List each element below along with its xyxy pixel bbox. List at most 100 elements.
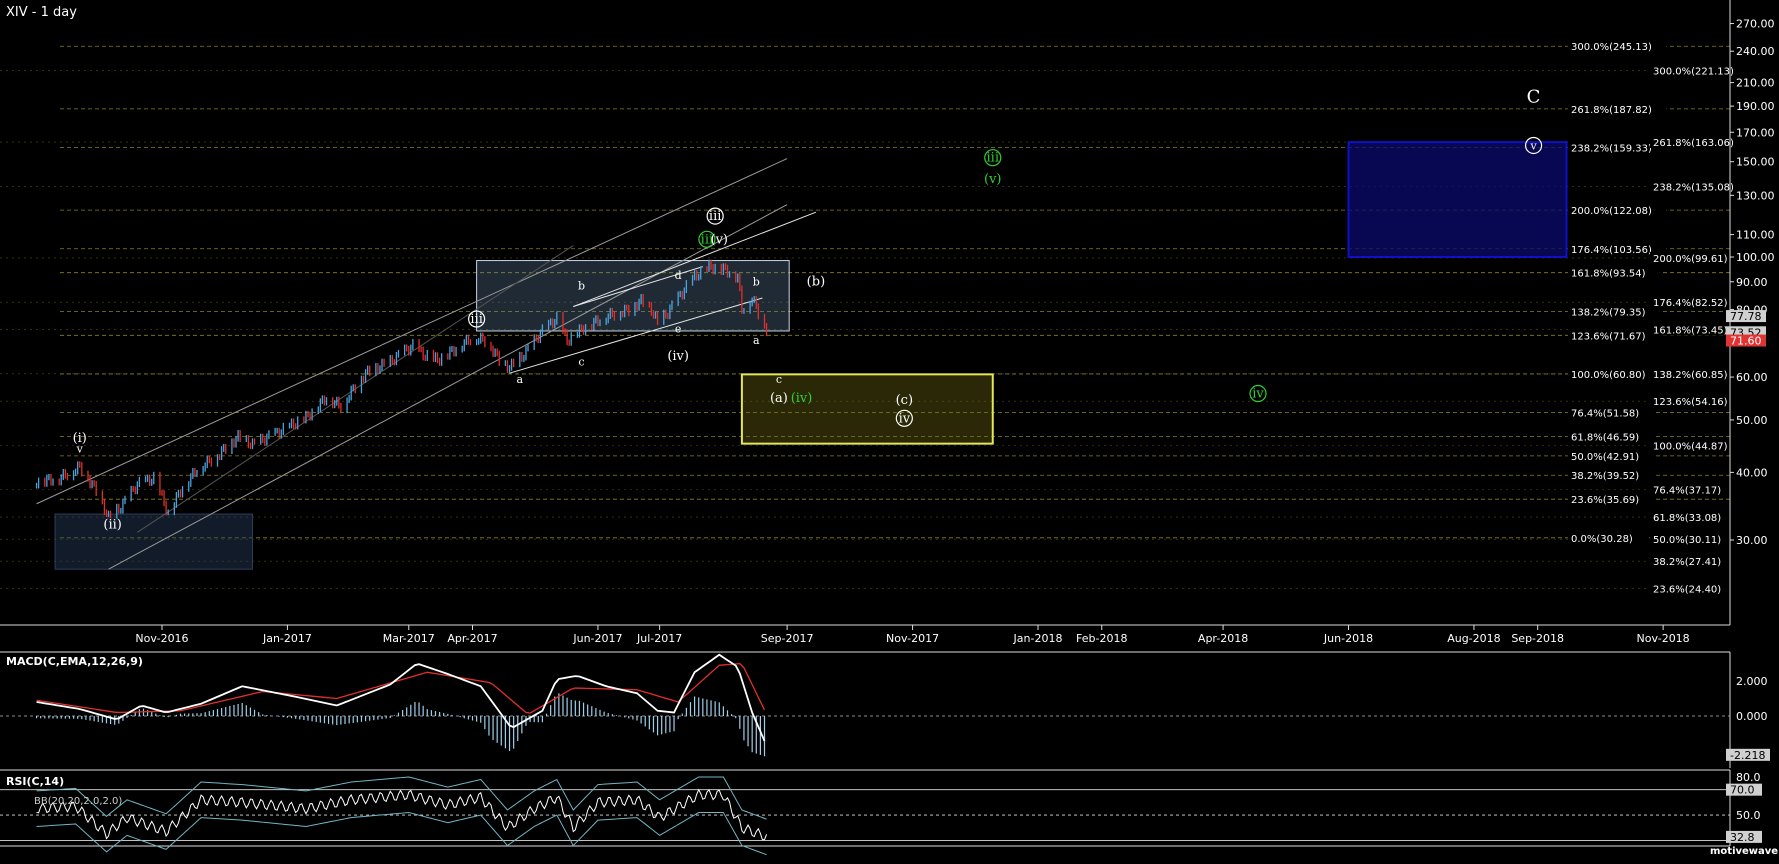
x-tick-label: Jun-2018 <box>1323 632 1373 645</box>
fib-label-left: 238.2%(159.33) <box>1571 144 1652 155</box>
fib-label-right: 123.6%(54.16) <box>1653 397 1728 408</box>
macd-title: MACD(C,EMA,12,26,9) <box>6 655 143 668</box>
fib-label-right: 50.0%(30.11) <box>1653 535 1721 546</box>
fib-label-right: 176.4%(82.52) <box>1653 298 1728 309</box>
rsi-tick-label: 50.0 <box>1736 809 1761 822</box>
wave-label: d <box>675 269 682 282</box>
wave-label: b <box>753 276 760 289</box>
fib-label-left: 138.2%(79.35) <box>1571 307 1646 318</box>
wave-label: e <box>675 323 682 336</box>
fib-label-left: 261.8%(187.82) <box>1571 105 1652 116</box>
wave-label: a <box>517 373 524 386</box>
fib-label-left: 176.4%(103.56) <box>1571 245 1652 256</box>
fib-label-left: 61.8%(46.59) <box>1571 433 1639 444</box>
wave-label: (ii) <box>103 518 121 533</box>
wave-label: iv <box>1252 387 1264 402</box>
y-tick-label: 270.00 <box>1736 18 1775 31</box>
y-tick-label: 50.00 <box>1736 414 1768 427</box>
y-tick-label: 60.00 <box>1736 371 1768 384</box>
fib-label-right: 76.4%(37.17) <box>1653 486 1721 497</box>
fib-label-right: 38.2%(27.41) <box>1653 557 1721 568</box>
wave-label: (v) <box>711 232 729 247</box>
symbol-title: XIV - 1 day <box>6 5 77 20</box>
y-tick-label: 240.00 <box>1736 45 1775 58</box>
x-tick-label: Jul-2017 <box>636 632 682 645</box>
macd-last-value: -2.218 <box>1730 749 1765 762</box>
x-tick-label: Mar-2017 <box>383 632 435 645</box>
fib-label-left: 300.0%(245.13) <box>1571 42 1652 53</box>
fib-label-right: 238.2%(135.08) <box>1653 182 1734 193</box>
x-tick-label: Apr-2017 <box>447 632 497 645</box>
wave-label: (c) <box>896 393 913 408</box>
wave-label: c <box>776 373 782 386</box>
bb-subtitle: BB(20,20,2.0,2.0) <box>34 796 122 807</box>
fib-label-left: 100.0%(60.80) <box>1571 370 1646 381</box>
fib-label-right: 23.6%(24.40) <box>1653 585 1721 596</box>
fib-label-right: 200.0%(99.61) <box>1653 254 1728 265</box>
fib-label-left: 0.0%(30.28) <box>1571 534 1633 545</box>
y-tick-label: 130.00 <box>1736 189 1775 202</box>
y-tick-label: 150.00 <box>1736 156 1775 169</box>
blue-target-box <box>1347 141 1568 258</box>
wave-label: C <box>1527 86 1541 107</box>
x-tick-label: Feb-2018 <box>1076 632 1127 645</box>
wave-label: a <box>753 334 760 347</box>
y-tick-label: 30.00 <box>1736 534 1768 547</box>
x-tick-label: Aug-2018 <box>1447 632 1500 645</box>
watermark: motivewave.com <box>1710 846 1779 857</box>
x-tick-label: Nov-2017 <box>886 632 939 645</box>
fib-label-right: 61.8%(33.08) <box>1653 513 1721 524</box>
rsi-title: RSI(C,14) <box>6 775 64 788</box>
fib-label-left: 23.6%(35.69) <box>1571 495 1639 506</box>
macd-tick-label: 0.000 <box>1736 710 1768 723</box>
y-tick-label: 90.00 <box>1736 276 1768 289</box>
y-tick-label: 100.00 <box>1736 251 1775 264</box>
rsi-tick-label: 70.0 <box>1730 784 1755 797</box>
fib-label-right: 161.8%(73.45) <box>1653 326 1728 337</box>
price-tag: 77.78 <box>1730 310 1762 323</box>
left-gray-box <box>54 513 253 570</box>
x-tick-label: Jan-2017 <box>262 632 312 645</box>
x-tick-label: Nov-2016 <box>135 632 188 645</box>
x-tick-label: Nov-2018 <box>1637 632 1690 645</box>
rsi-tick-label: 32.8 <box>1730 831 1755 844</box>
fib-label-left: 38.2%(39.52) <box>1571 471 1639 482</box>
y-tick-label: 210.00 <box>1736 77 1775 90</box>
wave-label: v <box>76 443 84 456</box>
x-tick-label: Sep-2017 <box>761 632 814 645</box>
wave-label: (v) <box>984 172 1002 187</box>
rsi-tick-label: 80.0 <box>1736 771 1761 784</box>
wave-label: iii <box>470 312 482 327</box>
x-tick-label: Sep-2018 <box>1511 632 1564 645</box>
wave-label: iii <box>987 151 999 166</box>
wave-label: iv <box>899 411 911 426</box>
y-tick-label: 190.00 <box>1736 100 1775 113</box>
y-tick-label: 40.00 <box>1736 466 1768 479</box>
fib-label-right: 261.8%(163.06) <box>1653 138 1734 149</box>
x-tick-label: Jan-2018 <box>1013 632 1063 645</box>
y-tick-label: 110.00 <box>1736 229 1775 242</box>
fib-label-left: 76.4%(51.58) <box>1571 409 1639 420</box>
fib-label-left: 123.6%(71.67) <box>1571 331 1646 342</box>
x-tick-label: Apr-2018 <box>1198 632 1248 645</box>
wave-label: v <box>1529 139 1537 152</box>
fib-label-left: 200.0%(122.08) <box>1571 206 1652 217</box>
fib-label-right: 138.2%(60.85) <box>1653 370 1728 381</box>
wave-label: (b) <box>807 275 825 290</box>
y-tick-label: 170.00 <box>1736 126 1775 139</box>
macd-tick-label: 2.000 <box>1736 675 1768 688</box>
x-tick-label: Jun-2017 <box>572 632 622 645</box>
chart-svg[interactable]: (i)v(ii)iiiabcde(iv)iiiiii(v)ba(b)c(a) (i… <box>0 0 1779 860</box>
wave-label: b <box>578 280 585 293</box>
wave-label: (a) <box>770 391 788 406</box>
price-tag: 71.60 <box>1730 335 1762 348</box>
fib-label-left: 161.8%(93.54) <box>1571 269 1646 280</box>
chart-stage: (i) v (ii) iii a b c d e (iv) iii iii (v) b a (b) c (a) (i… <box>0 0 1779 860</box>
wave-label: (iv) <box>791 391 813 406</box>
wave-label: c <box>578 356 584 369</box>
wave-label: (iv) <box>667 349 689 364</box>
wave-label: iii <box>709 209 721 224</box>
fib-label-right: 300.0%(221.13) <box>1653 66 1734 77</box>
fib-label-right: 100.0%(44.87) <box>1653 441 1728 452</box>
fib-label-left: 50.0%(42.91) <box>1571 452 1639 463</box>
